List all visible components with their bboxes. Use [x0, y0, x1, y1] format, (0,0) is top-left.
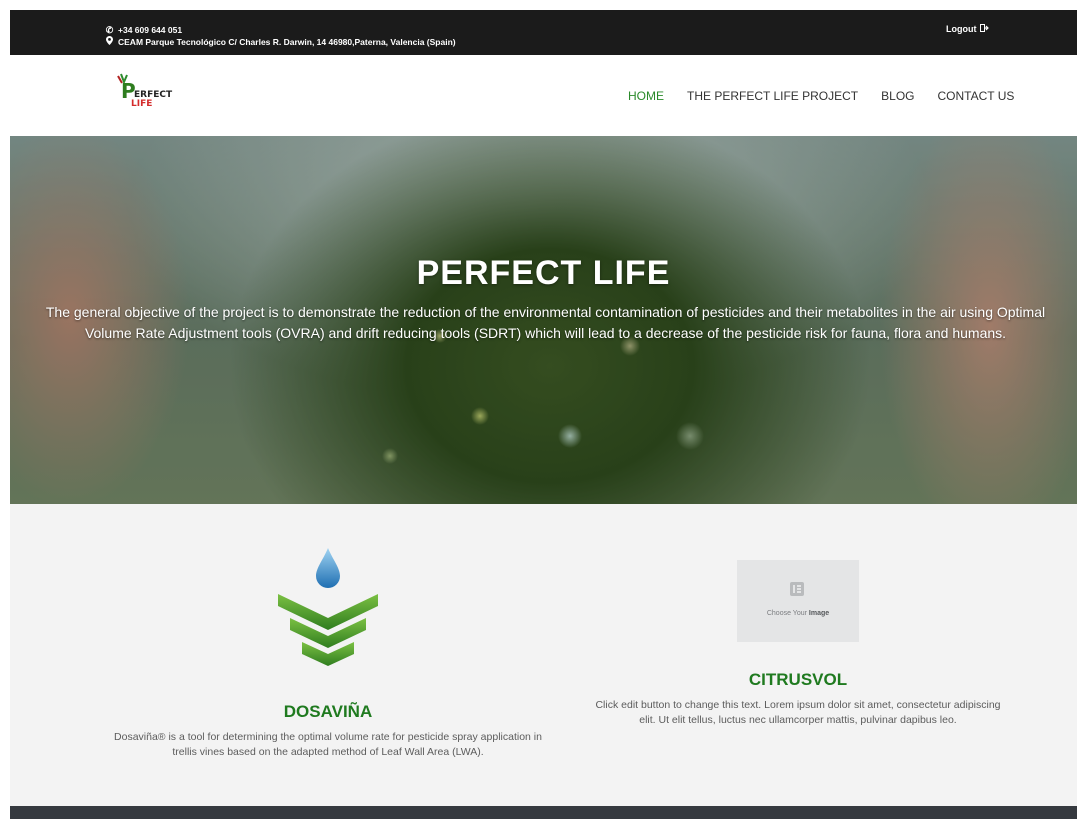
main-nav: HOME THE PERFECT LIFE PROJECT BLOG CONTA… — [628, 89, 1014, 103]
hero-description: The general objective of the project is … — [45, 304, 1046, 341]
features-section: DOSAVIÑA Dosaviña® is a tool for determi… — [10, 504, 1077, 806]
image-placeholder-icon — [790, 582, 804, 596]
nav-contact-us[interactable]: CONTACT US — [938, 89, 1015, 103]
image-placeholder[interactable]: Choose Your Image — [737, 560, 859, 642]
dosavina-title: DOSAVIÑA — [283, 702, 373, 721]
site-header: P ERFECT LIFE HOME THE PERFECT LIFE PROJ… — [10, 55, 1077, 136]
footer-bar — [10, 806, 1077, 819]
logout-link[interactable]: Logout — [946, 24, 989, 34]
citrusvol-description: Click edit button to change this text. L… — [595, 699, 1001, 726]
top-contact-bar: ✆ +34 609 644 051 CEAM Parque Tecnológic… — [10, 10, 1077, 55]
hero-banner: PERFECT LIFE The general objective of th… — [10, 136, 1077, 504]
sign-out-icon — [979, 24, 989, 34]
phone-icon: ✆ — [105, 25, 114, 35]
phone-number[interactable]: +34 609 644 051 — [118, 25, 182, 36]
logo-text-2: LIFE — [131, 99, 152, 109]
hero-title: PERFECT LIFE — [416, 254, 671, 292]
citrusvol-title: CITRUSVOL — [748, 670, 848, 689]
nav-perfect-life-project[interactable]: THE PERFECT LIFE PROJECT — [687, 89, 858, 103]
dosavina-description: Dosaviña® is a tool for determining the … — [114, 731, 542, 758]
feature-citrusvol: Choose Your Image CITRUSVOL Click edit b… — [588, 560, 1008, 728]
feature-dosavina: DOSAVIÑA Dosaviña® is a tool for determi… — [108, 544, 548, 760]
nav-blog[interactable]: BLOG — [881, 89, 914, 103]
dosavina-logo-icon — [278, 548, 378, 666]
site-logo[interactable]: P ERFECT LIFE — [115, 72, 185, 112]
logout-label: Logout — [946, 24, 977, 34]
contact-info: ✆ +34 609 644 051 CEAM Parque Tecnológic… — [105, 25, 456, 48]
address-text: CEAM Parque Tecnológico C/ Charles R. Da… — [118, 36, 456, 47]
image-placeholder-caption: Choose Your Image — [766, 610, 830, 617]
nav-home[interactable]: HOME — [628, 89, 664, 103]
map-marker-icon — [105, 36, 114, 48]
